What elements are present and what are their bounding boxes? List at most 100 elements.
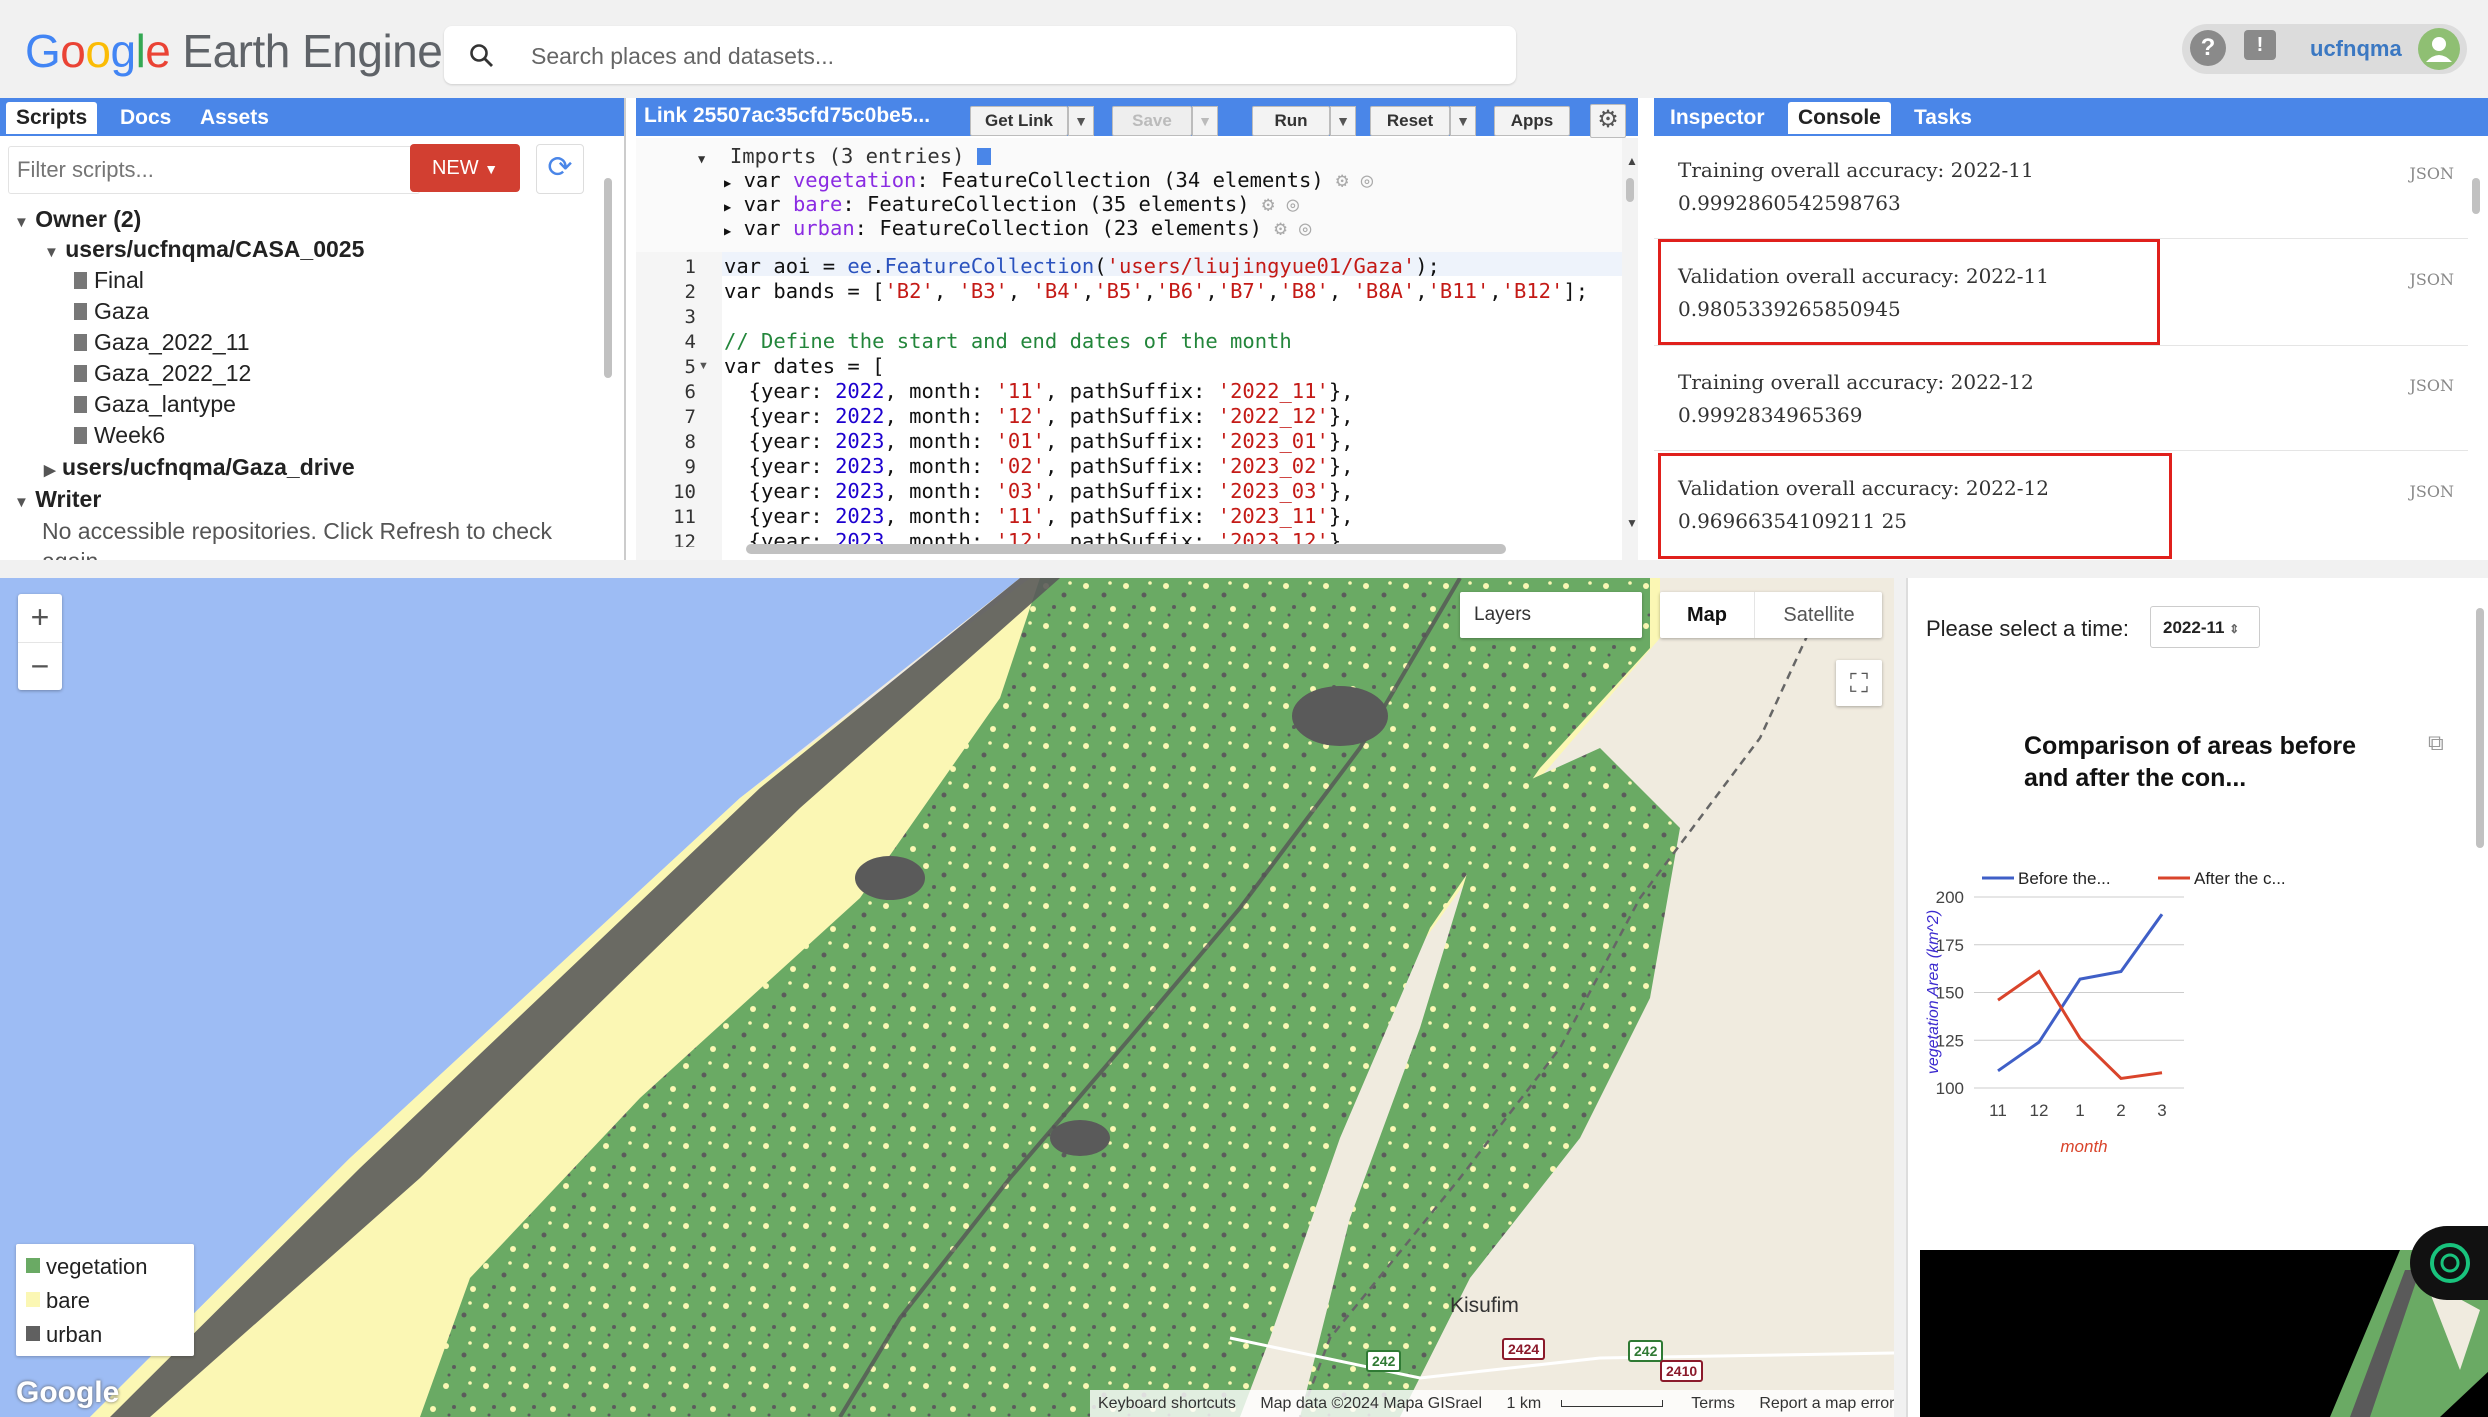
code-line[interactable]: var dates = [ [724, 354, 884, 378]
username[interactable]: ucfnqma [2310, 36, 2402, 62]
scroll-down-icon[interactable]: ▼ [1626, 516, 1638, 530]
popout-icon[interactable]: ⧉ [2428, 730, 2444, 756]
json-toggle[interactable]: JSON [2410, 376, 2455, 395]
search-input[interactable] [529, 38, 1493, 74]
import-row-urban[interactable]: ▶ var urban: FeatureCollection (23 eleme… [724, 216, 1311, 240]
tab-assets[interactable]: Assets [190, 102, 279, 134]
feedback-icon[interactable]: ! [2244, 30, 2276, 60]
gear-icon[interactable]: ⚙ [1262, 192, 1274, 216]
console-entry-label[interactable]: Training overall accuracy: 2022-11 [1678, 158, 2034, 182]
map-view[interactable]: + − Layers Map Satellite ⛶ Kisufim 242 2… [0, 578, 1894, 1417]
terms-link[interactable]: Terms [1691, 1395, 1735, 1412]
search-bar[interactable] [444, 26, 1516, 84]
script-link-title[interactable]: Link 25507ac35cfd75c0be5... [644, 104, 930, 128]
keyboard-shortcuts-link[interactable]: Keyboard shortcuts [1098, 1395, 1236, 1412]
import-row-vegetation[interactable]: ▶ var vegetation: FeatureCollection (34 … [724, 168, 1373, 192]
editor-horizontal-scrollbar[interactable] [746, 544, 1506, 554]
tree-file[interactable]: Final [74, 267, 144, 294]
code-token: 2022 [835, 379, 885, 403]
map-canvas[interactable] [0, 578, 1894, 1417]
tree-repo-label: users/ucfnqma/Gaza_drive [61, 454, 355, 480]
tree-repo-gaza-drive[interactable]: ▶ users/ucfnqma/Gaza_drive [44, 454, 355, 481]
code-line[interactable]: {year: 2022, month: '11', pathSuffix: '2… [724, 379, 1354, 403]
code-comment[interactable]: // Define the start and end dates of the… [724, 329, 1292, 353]
assistant-button[interactable] [2410, 1226, 2488, 1300]
tree-file[interactable]: Week6 [74, 422, 165, 449]
json-toggle[interactable]: JSON [2410, 270, 2455, 289]
gear-icon[interactable]: ⚙ [1336, 168, 1348, 192]
tree-file[interactable]: Gaza_2022_11 [74, 329, 250, 356]
run-dropdown[interactable]: ▼ [1330, 106, 1356, 136]
target-icon[interactable]: ◎ [1299, 216, 1311, 240]
report-map-error-link[interactable]: Report a map error [1759, 1395, 1894, 1412]
map-split-divider[interactable] [1894, 578, 1906, 1417]
refresh-button[interactable]: ⟳ [536, 144, 584, 194]
scale-bar-label[interactable]: 1 km [1506, 1395, 1541, 1412]
tab-tasks[interactable]: Tasks [1904, 102, 1982, 134]
legend-label: bare [46, 1288, 91, 1313]
reset-dropdown[interactable]: ▼ [1450, 106, 1476, 136]
get-link-button[interactable]: Get Link [970, 106, 1068, 136]
tree-file[interactable]: Gaza [74, 298, 149, 325]
apps-button[interactable]: Apps [1494, 106, 1570, 136]
scroll-up-icon[interactable]: ▲ [1626, 154, 1638, 168]
tab-console[interactable]: Console [1788, 102, 1891, 134]
code-line[interactable]: {year: 2023, month: '03', pathSuffix: '2… [724, 479, 1354, 503]
code-line[interactable]: {year: 2023, month: '01', pathSuffix: '2… [724, 429, 1354, 453]
console-entry-label[interactable]: Training overall accuracy: 2022-12 [1678, 370, 2034, 394]
avatar[interactable] [2418, 28, 2460, 70]
tree-writer-group[interactable]: ▼ Writer [14, 486, 101, 513]
console-entry-value[interactable]: 0.9992834965369 [1678, 403, 1863, 427]
image-thumbnail[interactable] [1920, 1250, 2488, 1417]
console-entry-value[interactable]: 0.9992860542598763 [1678, 191, 1901, 215]
zoom-out-button[interactable]: − [18, 642, 62, 691]
tree-repo-casa[interactable]: ▼ users/ucfnqma/CASA_0025 [44, 236, 364, 263]
import-row-bare[interactable]: ▶ var bare: FeatureCollection (35 elemen… [724, 192, 1299, 216]
help-icon[interactable]: ? [2190, 30, 2226, 66]
gear-icon[interactable]: ⚙ [1274, 216, 1286, 240]
run-button[interactable]: Run [1252, 106, 1330, 136]
tree-file[interactable]: Gaza_2022_12 [74, 360, 251, 387]
filter-scripts-input[interactable] [8, 146, 420, 194]
code-token: 'users/liujingyue01/Gaza' [1106, 254, 1416, 278]
get-link-dropdown[interactable]: ▼ [1068, 106, 1094, 136]
time-select[interactable]: 2022-11 ⇕ [2150, 606, 2260, 648]
fullscreen-button[interactable]: ⛶ [1836, 660, 1882, 706]
code-line[interactable]: var aoi = ee.FeatureCollection('users/li… [724, 254, 1440, 278]
target-icon[interactable]: ◎ [1361, 168, 1373, 192]
fold-arrow-icon[interactable]: ▼ [698, 360, 709, 372]
console-divider [1654, 345, 2468, 346]
scripts-scrollbar[interactable] [604, 178, 612, 378]
console-scroll-thumb[interactable] [2472, 178, 2480, 214]
reset-button[interactable]: Reset [1370, 106, 1450, 136]
map-type-satellite[interactable]: Satellite [1754, 592, 1883, 638]
json-toggle[interactable]: JSON [2410, 482, 2455, 501]
tab-scripts[interactable]: Scripts [6, 102, 98, 134]
save-button[interactable]: Save [1112, 106, 1192, 136]
imports-header[interactable]: ▼ Imports (3 entries) [698, 144, 991, 168]
logo-product-name: Earth Engine [182, 25, 443, 77]
editor-scroll-thumb[interactable] [1626, 178, 1634, 202]
side-panel-scrollbar[interactable] [2476, 608, 2484, 848]
map-type-map[interactable]: Map [1660, 592, 1754, 638]
zoom-in-button[interactable]: + [18, 594, 62, 642]
target-icon[interactable]: ◎ [1287, 192, 1299, 216]
code-token: 'B6' [1156, 279, 1206, 303]
editor-settings-button[interactable]: ⚙ [1590, 104, 1626, 138]
tab-inspector[interactable]: Inspector [1660, 102, 1775, 134]
google-earth-engine-logo[interactable]: Google Earth Engine [25, 24, 443, 78]
tab-docs[interactable]: Docs [110, 102, 181, 134]
tree-file-label: Week6 [94, 422, 166, 448]
tree-file[interactable]: Gaza_lantype [74, 391, 236, 418]
code-line[interactable]: {year: 2023, month: '02', pathSuffix: '2… [724, 454, 1354, 478]
save-dropdown[interactable]: ▼ [1192, 106, 1218, 136]
code-line[interactable]: var bands = ['B2', 'B3', 'B4','B5','B6',… [724, 279, 1588, 303]
tree-owner-group[interactable]: ▼ Owner (2) [14, 206, 141, 233]
layers-button[interactable]: Layers [1460, 592, 1642, 638]
line-number: 7 [684, 406, 696, 428]
panel-resize-divider[interactable] [0, 560, 2488, 578]
new-script-button[interactable]: NEW ▼ [410, 144, 520, 192]
code-line[interactable]: {year: 2022, month: '12', pathSuffix: '2… [724, 404, 1354, 428]
json-toggle[interactable]: JSON [2410, 164, 2455, 183]
code-line[interactable]: {year: 2023, month: '11', pathSuffix: '2… [724, 504, 1354, 528]
